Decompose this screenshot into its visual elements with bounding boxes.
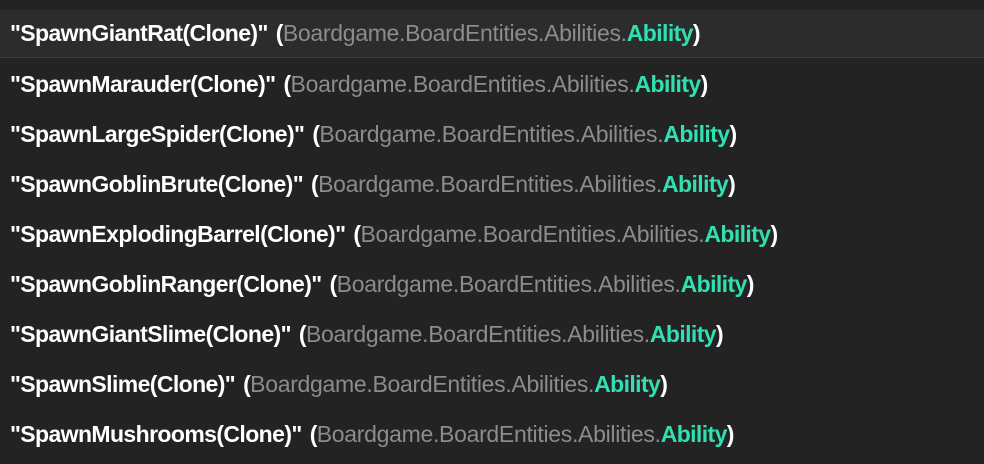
type-namespace: Boardgame.BoardEntities.Abilities. xyxy=(250,370,595,397)
list-item[interactable]: "SpawnLargeSpider(Clone)" (Boardgame.Boa… xyxy=(0,110,984,158)
list-item[interactable]: "SpawnGiantRat(Clone)" (Boardgame.BoardE… xyxy=(0,10,984,58)
close-paren: ) xyxy=(746,270,755,297)
type-name: Ability xyxy=(662,170,729,197)
close-paren: ) xyxy=(660,370,668,397)
open-paren: ( xyxy=(283,70,291,97)
object-name: "SpawnGoblinRanger(Clone)" xyxy=(10,270,322,297)
close-paren: ) xyxy=(729,120,737,147)
type-namespace: Boardgame.BoardEntities.Abilities. xyxy=(319,120,664,147)
list-item[interactable]: "SpawnSlime(Clone)" (Boardgame.BoardEnti… xyxy=(0,360,984,408)
list-item[interactable]: "SpawnMushrooms(Clone)" (Boardgame.Board… xyxy=(0,410,984,458)
object-name: "SpawnExplodingBarrel(Clone)" xyxy=(10,220,346,247)
type-name: Ability xyxy=(634,70,701,97)
list-item[interactable]: "SpawnGoblinBrute(Clone)" (Boardgame.Boa… xyxy=(0,160,984,208)
close-paren: ) xyxy=(715,320,724,347)
open-paren: ( xyxy=(353,220,361,247)
close-paren: ) xyxy=(728,170,736,197)
type-name: Ability xyxy=(626,20,694,46)
list-item[interactable]: "SpawnExplodingBarrel(Clone)" (Boardgame… xyxy=(0,210,984,258)
open-paren: ( xyxy=(329,270,338,297)
object-name: "SpawnSlime(Clone)" xyxy=(10,370,236,397)
close-paren: ) xyxy=(700,70,709,97)
type-name: Ability xyxy=(594,370,661,397)
open-paren: ( xyxy=(275,20,284,46)
type-name: Ability xyxy=(660,420,728,447)
type-namespace: Boardgame.BoardEntities.Abilities. xyxy=(336,270,681,297)
object-name: "SpawnGiantRat(Clone)" xyxy=(10,20,268,46)
object-name: "SpawnMarauder(Clone)" xyxy=(10,70,276,97)
open-paren: ( xyxy=(243,370,251,397)
list-item[interactable]: "SpawnGiantSlime(Clone)" (Boardgame.Boar… xyxy=(0,310,984,358)
type-name: Ability xyxy=(704,220,771,247)
type-namespace: Boardgame.BoardEntities.Abilities. xyxy=(290,70,635,97)
list-item[interactable]: "SpawnGoblinRanger(Clone)" (Boardgame.Bo… xyxy=(0,260,984,308)
list-item[interactable]: "SpawnMarauder(Clone)" (Boardgame.BoardE… xyxy=(0,60,984,108)
type-namespace: Boardgame.BoardEntities.Abilities. xyxy=(316,420,661,447)
object-name: "SpawnGoblinBrute(Clone)" xyxy=(10,170,304,197)
type-name: Ability xyxy=(663,120,730,147)
open-paren: ( xyxy=(298,320,307,347)
close-paren: ) xyxy=(770,220,778,247)
type-namespace: Boardgame.BoardEntities.Abilities. xyxy=(318,170,663,197)
close-paren: ) xyxy=(692,20,701,46)
open-paren: ( xyxy=(309,420,318,447)
type-namespace: Boardgame.BoardEntities.Abilities. xyxy=(305,320,650,347)
type-name: Ability xyxy=(680,270,748,297)
object-name: "SpawnGiantSlime(Clone)" xyxy=(10,320,291,347)
open-paren: ( xyxy=(311,170,319,197)
open-paren: ( xyxy=(312,120,320,147)
object-name: "SpawnLargeSpider(Clone)" xyxy=(10,120,305,147)
type-name: Ability xyxy=(649,320,717,347)
type-namespace: Boardgame.BoardEntities.Abilities. xyxy=(282,20,627,46)
object-list: "SpawnGiantRat(Clone)" (Boardgame.BoardE… xyxy=(0,0,984,464)
close-paren: ) xyxy=(726,420,735,447)
object-name: "SpawnMushrooms(Clone)" xyxy=(10,420,302,447)
type-namespace: Boardgame.BoardEntities.Abilities. xyxy=(360,220,705,247)
